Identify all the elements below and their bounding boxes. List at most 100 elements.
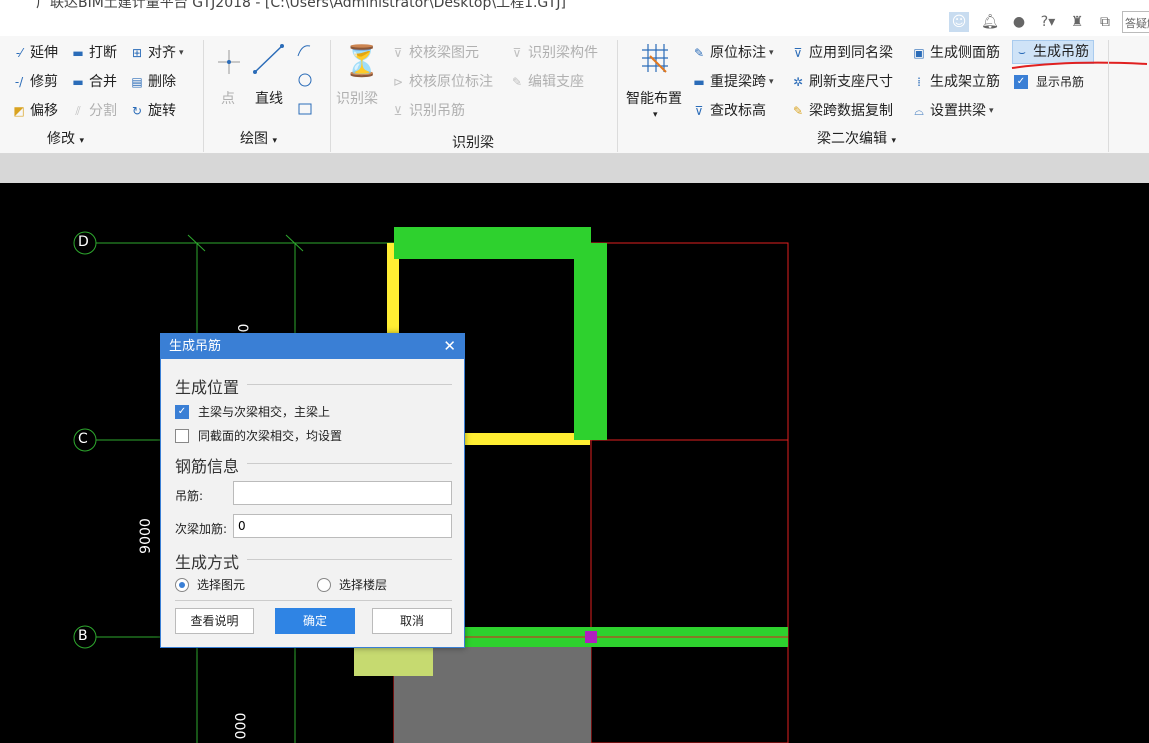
span-icon: ▬ [693, 75, 705, 89]
rotate-button[interactable]: ↻ 旋转 [128, 100, 176, 122]
side-rebar-icon: ▣ [913, 46, 925, 60]
checkbox-empty-icon [175, 428, 189, 443]
split-button[interactable]: ⫽ 分割 [69, 100, 117, 122]
copy-span-data-button[interactable]: ✎ 梁跨数据复制 [789, 100, 893, 122]
toolbar-gap [0, 154, 1149, 183]
in-place-annotation-button[interactable]: ✎ 原位标注 ▾ [690, 42, 774, 64]
offset-button[interactable]: ◩ 偏移 [10, 100, 58, 122]
apply-same-beam-button[interactable]: ⊽ 应用到同名梁 [789, 42, 893, 64]
draw-group-label[interactable]: 绘图 ▾ [240, 128, 277, 148]
rotate-icon: ↻ [131, 104, 143, 118]
show-hanger-checkbox[interactable]: ✓ 显示吊筋 [1014, 71, 1084, 93]
identify-group-label: 识别梁 [452, 135, 494, 151]
help-icon[interactable]: ?▾ [1038, 12, 1058, 32]
separator [330, 40, 331, 152]
delete-icon: ▤ [131, 75, 143, 89]
divider [175, 600, 452, 601]
refresh-icon: ✲ [792, 75, 804, 89]
hanger-input[interactable] [233, 481, 452, 505]
axis-label-b: B [78, 628, 88, 644]
merge-icon: ▬ [72, 75, 84, 89]
section-method-title: 生成方式 [175, 553, 240, 572]
radio-select-floor[interactable]: 选择楼层 [317, 576, 387, 593]
hanger-label: 吊筋: [175, 489, 204, 503]
extend-button[interactable]: -⁄ 延伸 [10, 42, 58, 64]
arch-icon: ⌓ [914, 104, 924, 118]
line-icon [253, 44, 284, 74]
delete-button[interactable]: ▤ 删除 [128, 71, 176, 93]
smart-layout-icon [642, 44, 668, 73]
align-icon: ⊞ [131, 46, 143, 60]
avatar-icon[interactable]: ☺ [949, 12, 969, 32]
secondary-extra-input[interactable] [233, 514, 452, 538]
close-icon[interactable]: ✕ [443, 334, 456, 359]
point-button[interactable]: 点 [221, 88, 235, 110]
check-elevation-button[interactable]: ⊽ 查改标高 [690, 100, 766, 122]
trim-button[interactable]: -/修剪 [10, 71, 58, 93]
break-button[interactable]: ▬ 打断 [69, 42, 117, 64]
green-beam-right [574, 243, 607, 440]
rect-icon [298, 103, 312, 115]
extend-icon: -⁄ [15, 46, 23, 60]
divider [247, 463, 452, 464]
secondary-edit-group-label[interactable]: 梁二次编辑 ▾ [817, 128, 896, 148]
window-title: 广联达BIM土建计量平台 GTJ2018 - [C:\Users\Adminis… [36, 0, 566, 11]
dimension-label: 9000 [137, 518, 154, 554]
identify-member-icon: ⊽ [512, 46, 522, 60]
modify-group-label[interactable]: 修改 ▾ [47, 128, 84, 148]
merge-button[interactable]: ▬ 合并 [69, 71, 117, 93]
smart-layout-button[interactable]: 智能布置 [626, 88, 682, 110]
point-icon [218, 50, 240, 74]
arch-beam-button[interactable]: ⌓ 设置拱梁 ▾ [910, 100, 993, 122]
cancel-button[interactable]: 取消 [372, 608, 452, 634]
edit-support-button[interactable]: ✎ 编辑支座 [508, 71, 584, 93]
checkbox-checked-icon: ✓ [175, 404, 189, 419]
generate-hanger-dialog: 生成吊筋 ✕ 生成位置 ✓ 主梁与次梁相交，主梁上 同截面的次梁相交，均设置 钢筋… [160, 333, 465, 648]
check-beam-icon: ⊽ [393, 46, 403, 60]
chevron-down-icon[interactable]: ▾ [653, 110, 658, 120]
title-bar: 广联达BIM土建计量平台 GTJ2018 - [C:\Users\Adminis… [0, 0, 1149, 36]
ok-button[interactable]: 确定 [275, 608, 355, 634]
column-block [354, 646, 433, 676]
bell-icon[interactable]: 🔔︎ [980, 12, 1000, 32]
checkbox-icon: ✓ [1014, 75, 1028, 89]
circle-icon [298, 73, 312, 87]
separator [617, 40, 618, 152]
elevation-icon: ⊽ [694, 104, 704, 118]
side-rebar-button[interactable]: ▣ 生成侧面筋 [910, 42, 1000, 64]
divider [247, 559, 452, 560]
refresh-support-button[interactable]: ✲ 刷新支座尺寸 [789, 71, 893, 93]
check-beam-button[interactable]: ⊽ 校核梁图元 [389, 42, 479, 64]
dimension-label-partial: 000 [233, 712, 250, 740]
red-underline-annotation [1011, 61, 1148, 69]
identify-hanger-button[interactable]: ⊻ 识别吊筋 [389, 100, 465, 122]
erection-rebar-button[interactable]: ⁞ 生成架立筋 [910, 71, 1000, 93]
edit-support-icon: ✎ [511, 75, 523, 89]
identify-beam-member-button[interactable]: ⊽ 识别梁构件 [508, 42, 598, 64]
identify-beam-icon: ⏳ [343, 44, 381, 79]
line-button[interactable]: 直线 [255, 88, 283, 110]
search-input[interactable]: 答疑解惑 [1122, 11, 1149, 33]
shirt-icon[interactable]: ♜ [1067, 12, 1087, 32]
divider [247, 384, 452, 385]
identify-beam-button[interactable]: 识别梁 [336, 88, 378, 110]
split-icon: ⫽ [75, 104, 81, 118]
separator [1108, 40, 1109, 152]
identify-hanger-icon: ⊻ [393, 104, 403, 118]
re-extract-span-button[interactable]: ▬ 重提梁跨 ▾ [690, 71, 773, 93]
radio-select-element[interactable]: 选择图元 [175, 576, 245, 593]
chat-icon[interactable]: ● [1009, 12, 1029, 32]
dialog-header: 生成吊筋 ✕ [161, 334, 464, 359]
break-icon: ▬ [72, 46, 84, 60]
ribbon: -⁄ 延伸 ▬ 打断 ⊞ 对齐 ▾ -/修剪 ▬ 合并 ▤ 删除 ◩ 偏移 ⫽ 分割 ↻ 旋转 修… [0, 36, 1149, 154]
option-same-section[interactable]: 同截面的次梁相交，均设置 [175, 427, 342, 444]
green-beam-top [394, 227, 591, 259]
section-rebar-title: 钢筋信息 [175, 457, 240, 476]
selected-node [585, 631, 597, 643]
check-annotation-button[interactable]: ⊳ 校核原位标注 [389, 71, 493, 93]
restore-icon[interactable]: ⧉ [1095, 12, 1115, 32]
radio-unselected-icon [317, 577, 331, 592]
align-button[interactable]: ⊞ 对齐 ▾ [128, 42, 184, 64]
view-help-button[interactable]: 查看说明 [175, 608, 254, 634]
option-main-secondary[interactable]: ✓ 主梁与次梁相交，主梁上 [175, 403, 330, 420]
